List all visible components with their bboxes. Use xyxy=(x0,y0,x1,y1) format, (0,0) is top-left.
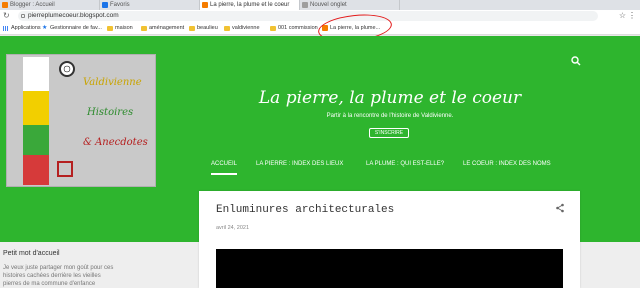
star-icon: ★ xyxy=(42,25,48,31)
folder-icon xyxy=(107,26,113,31)
bookmark-label: Applications xyxy=(11,25,41,31)
tab-favoris[interactable]: Favoris xyxy=(100,0,200,10)
bookmark-label: maison xyxy=(115,25,133,31)
nav-tab-accueil[interactable]: ACCUEIL xyxy=(211,159,238,175)
url-text: pierreplumecoeur.blogspot.com xyxy=(28,12,119,19)
sidebar-text: Je veux juste partager mon goût pour ces… xyxy=(3,265,114,287)
bookmark-applications[interactable]: Applications xyxy=(3,22,41,35)
logo-text: & Anecdotes xyxy=(83,137,148,148)
logo-band-yellow xyxy=(23,91,49,125)
bookmark-blog[interactable]: La pierre, la plume... xyxy=(322,22,380,35)
globe-icon xyxy=(302,2,308,8)
logo-band-green xyxy=(23,125,49,155)
blog-page: Valdivienne Histoires & Anecdotes La pie… xyxy=(0,36,640,288)
post-card: Enluminures architecturales avril 24, 20… xyxy=(199,191,580,288)
nav-tab-qui[interactable]: LA PLUME : QUI EST-ELLE? xyxy=(366,159,444,175)
bookmark-maison[interactable]: maison xyxy=(107,22,133,35)
folder-icon xyxy=(270,26,276,31)
star-icon[interactable]: ☆ xyxy=(619,11,626,21)
emblem-icon xyxy=(59,61,75,77)
bookmark-beaulieu[interactable]: beaulieu xyxy=(189,22,218,35)
tab-label: Blogger : Accueil xyxy=(10,2,55,8)
tab-label: Nouvel onglet xyxy=(310,2,347,8)
folder-icon xyxy=(141,26,147,31)
bookmark-gestionnaire[interactable]: ★ Gestionnaire de fav... xyxy=(42,22,102,35)
bookmark-valdivienne[interactable]: valdivienne xyxy=(224,22,260,35)
bookmark-amenagement[interactable]: aménagement xyxy=(141,22,184,35)
tab-blog[interactable]: La pierre, la plume et le coeur xyxy=(200,0,300,10)
post-image[interactable] xyxy=(216,249,563,288)
bookmark-label: aménagement xyxy=(149,25,185,31)
blogger-icon xyxy=(322,25,328,31)
sidebar-title: Petit mot d'accueil xyxy=(3,250,60,257)
browser-toolbar: ↻ pierreplumecoeur.blogspot.com ⋮ ☆ xyxy=(0,10,640,22)
nav-tab-lieux[interactable]: LA PIERRE : INDEX DES LIEUX xyxy=(256,159,343,175)
post-date: avril 24, 2021 xyxy=(216,225,250,231)
logo-band-red xyxy=(23,155,49,185)
subscribe-button[interactable]: S'INSCRIRE xyxy=(369,128,409,138)
folder-icon xyxy=(224,26,230,31)
logo-text: Valdivienne xyxy=(83,77,142,88)
blog-nav: ACCUEIL LA PIERRE : INDEX DES LIEUX LA P… xyxy=(205,159,625,175)
search-icon[interactable] xyxy=(570,55,582,67)
apps-icon xyxy=(3,26,8,31)
bookmark-label: beaulieu xyxy=(197,25,218,31)
bookmark-commission[interactable]: 001 commission xyxy=(270,22,318,35)
folder-icon xyxy=(189,26,195,31)
share-icon[interactable] xyxy=(555,203,565,213)
logo-band-white xyxy=(23,57,49,91)
logo-text: Histoires xyxy=(87,107,134,118)
blogger-icon xyxy=(202,2,208,8)
browser-window: Blogger : Accueil Favoris La pierre, la … xyxy=(0,0,640,288)
blog-logo[interactable]: Valdivienne Histoires & Anecdotes xyxy=(6,54,156,187)
tab-label: La pierre, la plume et le coeur xyxy=(210,2,290,8)
lock-icon xyxy=(21,14,25,18)
tab-strip: Blogger : Accueil Favoris La pierre, la … xyxy=(0,0,640,10)
nav-tab-noms[interactable]: LE COEUR : INDEX DES NOMS xyxy=(463,159,551,175)
blogger-icon xyxy=(2,2,8,8)
post-title[interactable]: Enluminures architecturales xyxy=(216,204,394,216)
tab-label: Favoris xyxy=(110,2,130,8)
blog-subtitle: Partir à la rencontre de l'histoire de V… xyxy=(326,113,454,119)
tab-blogger[interactable]: Blogger : Accueil xyxy=(0,0,100,10)
bookmark-label: valdivienne xyxy=(232,25,260,31)
menu-icon[interactable]: ⋮ xyxy=(628,11,636,21)
address-bar[interactable]: pierreplumecoeur.blogspot.com xyxy=(18,11,598,21)
reload-icon[interactable]: ↻ xyxy=(3,11,10,21)
bookmark-label: 001 commission xyxy=(278,25,318,31)
logo-mark-icon xyxy=(57,161,73,177)
bookmark-label: La pierre, la plume... xyxy=(330,25,381,31)
blog-title[interactable]: La pierre, la plume et le coeur xyxy=(170,88,610,108)
bookmarks-bar: Applications ★ Gestionnaire de fav... ma… xyxy=(0,22,640,35)
sidebar-widget: Petit mot d'accueil Je veux juste partag… xyxy=(0,242,120,288)
star-icon xyxy=(102,2,108,8)
tab-new[interactable]: Nouvel onglet xyxy=(300,0,400,10)
bookmark-label: Gestionnaire de fav... xyxy=(50,25,102,31)
